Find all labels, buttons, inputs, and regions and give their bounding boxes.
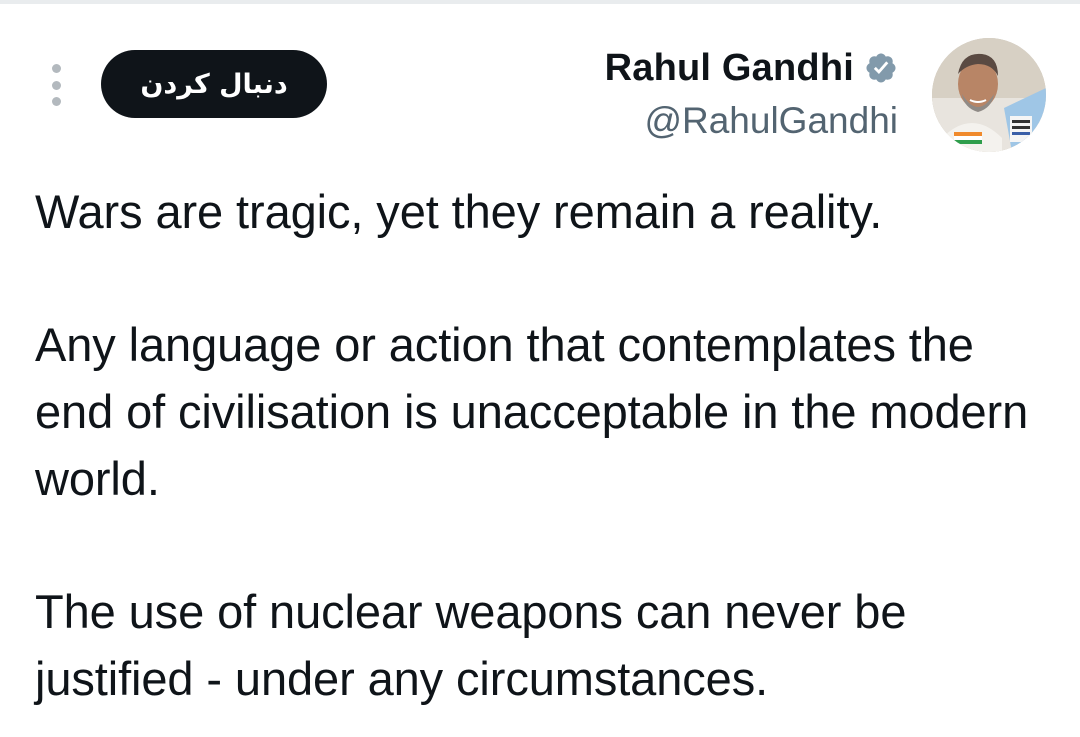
author-display-name[interactable]: Rahul Gandhi <box>605 47 854 90</box>
tweet-paragraph: The use of nuclear weapons can never be … <box>35 585 907 705</box>
profile-photo-icon <box>932 38 1046 152</box>
author-info[interactable]: Rahul Gandhi @RahulGandhi <box>605 44 898 144</box>
verified-badge-icon[interactable] <box>864 51 898 85</box>
avatar[interactable] <box>932 38 1046 152</box>
dot <box>51 80 61 90</box>
tweet-paragraph: Any language or action that contemplates… <box>35 318 1029 505</box>
top-divider <box>0 0 1080 4</box>
author-handle[interactable]: @RahulGandhi <box>605 98 898 144</box>
dot <box>51 64 61 73</box>
dot <box>51 97 61 106</box>
tweet-paragraph: Wars are tragic, yet they remain a reali… <box>35 185 883 238</box>
follow-button[interactable]: دنبال کردن <box>101 50 327 118</box>
tweet-body: Wars are tragic, yet they remain a reali… <box>35 178 1055 712</box>
more-options-icon[interactable] <box>44 64 68 106</box>
author-name-row[interactable]: Rahul Gandhi <box>605 44 898 92</box>
